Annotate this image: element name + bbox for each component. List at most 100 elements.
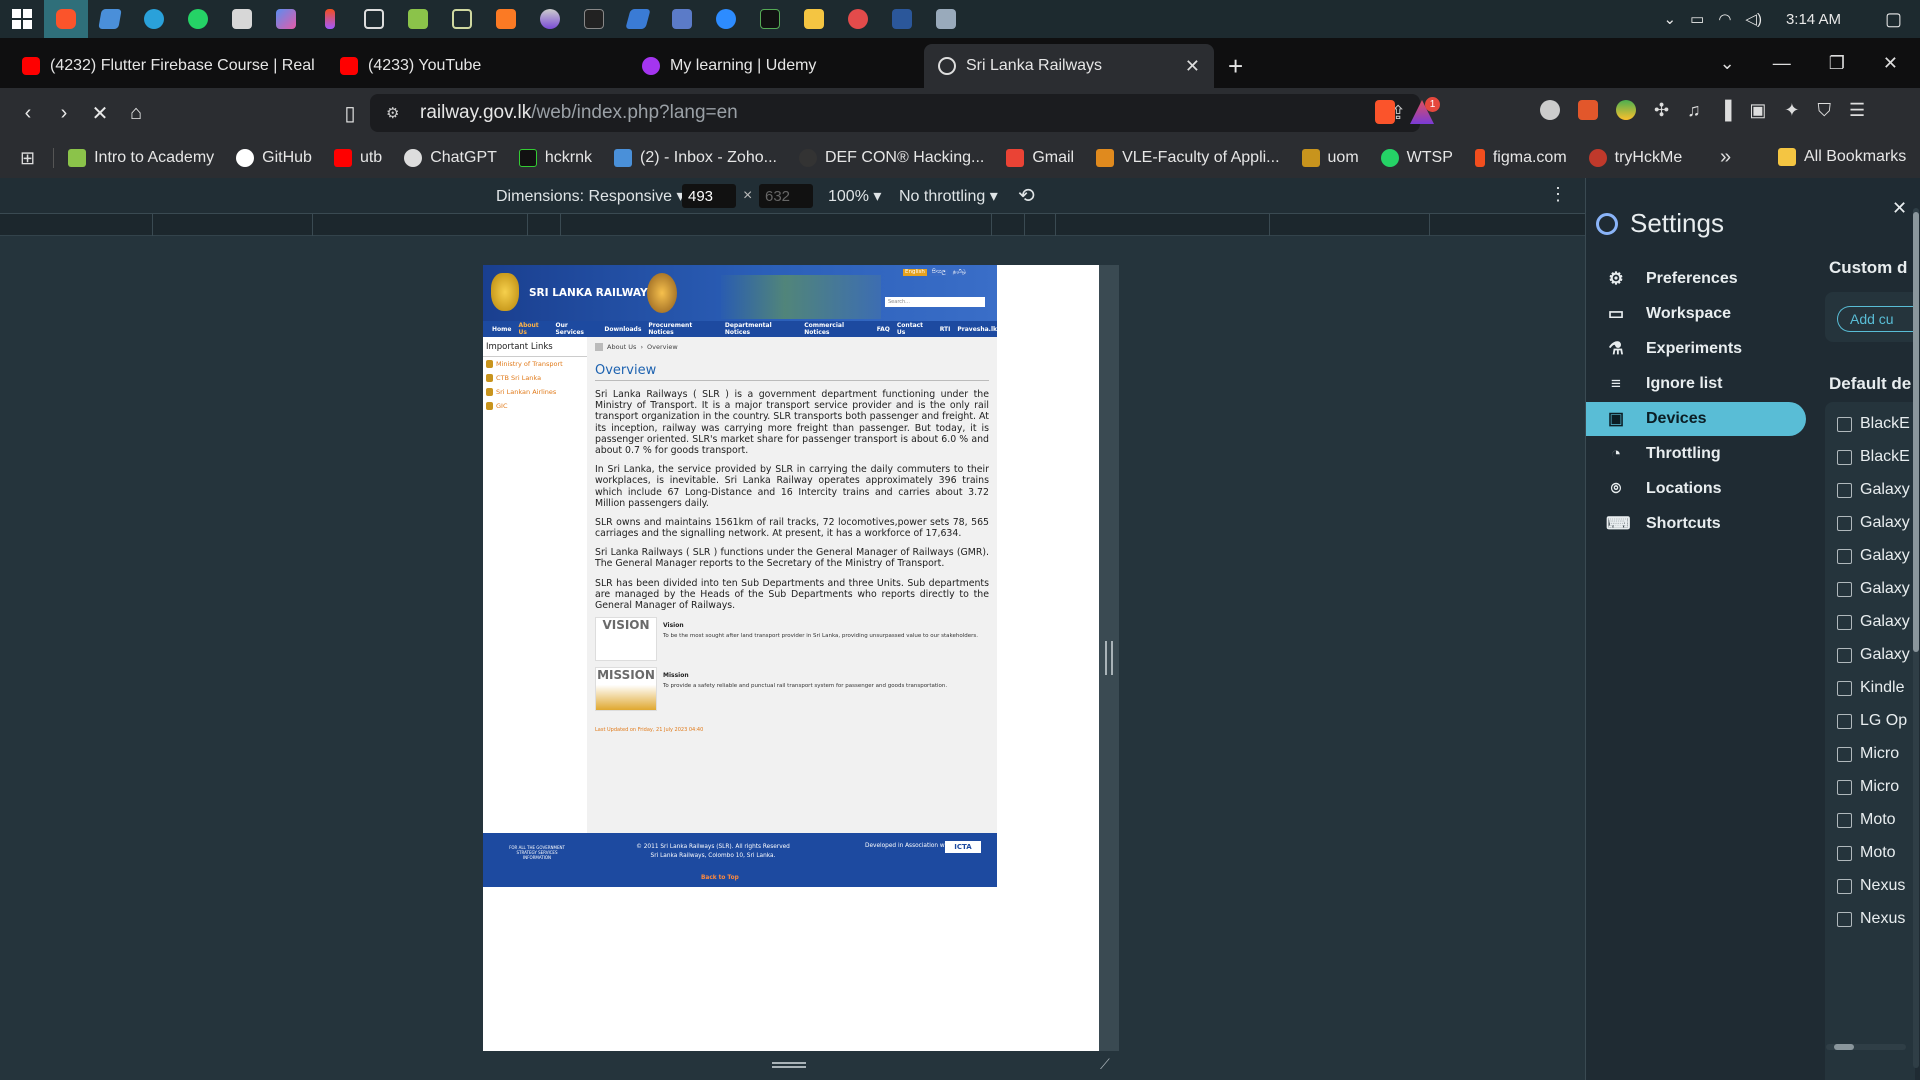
xampp-icon[interactable] <box>484 0 528 38</box>
clock[interactable]: 3:14 AM <box>1786 11 1841 28</box>
menu-procurement[interactable]: Procurement Notices <box>648 322 717 336</box>
lang-english-link[interactable]: English <box>903 269 927 276</box>
zoom-select[interactable]: 100% ▾ <box>828 186 881 206</box>
checkbox[interactable] <box>1837 449 1852 465</box>
menu-home[interactable]: Home <box>492 326 511 333</box>
device-checkbox[interactable]: Galaxy <box>1837 481 1910 499</box>
resize-handle-bottom[interactable] <box>772 1062 806 1068</box>
breadcrumb-about[interactable]: About Us <box>607 343 636 351</box>
terminal-icon[interactable] <box>748 0 792 38</box>
image-icon[interactable] <box>924 0 968 38</box>
lang-tamil-link[interactable]: தமிழ் <box>950 269 969 276</box>
ruler-tick[interactable] <box>1055 214 1056 236</box>
bookmark-item[interactable]: hckrnk <box>518 149 592 167</box>
device-checkbox[interactable]: LG Op <box>1837 712 1907 730</box>
figma-icon[interactable] <box>308 0 352 38</box>
ruler-tick[interactable] <box>1269 214 1270 236</box>
more-bookmarks-icon[interactable]: » <box>1720 146 1731 169</box>
settings-experiments[interactable]: ⚗ Experiments <box>1586 332 1806 366</box>
link-ministry[interactable]: Ministry of Transport <box>483 357 587 371</box>
resize-corner-icon[interactable]: ⟋ <box>1100 1056 1110 1073</box>
extension-icon-1[interactable] <box>1540 100 1560 120</box>
ruler-tick[interactable] <box>152 214 153 236</box>
settings-throttling[interactable]: ◔ Throttling <box>1586 437 1806 471</box>
app-icon[interactable] <box>220 0 264 38</box>
footer-gov-banner[interactable]: FOR ALL THE GOVERNMENT STRATEGY SERVICES… <box>505 845 569 861</box>
width-input[interactable]: 493 <box>682 184 736 208</box>
back-to-top-link[interactable]: Back to Top <box>701 875 739 881</box>
cloud-icon[interactable] <box>836 0 880 38</box>
device-checkbox[interactable]: Micro <box>1837 778 1899 796</box>
wallet-icon[interactable]: ▣ <box>1749 100 1766 121</box>
wifi-icon[interactable]: ◠ <box>1718 10 1731 28</box>
minimize-icon[interactable]: — <box>1773 53 1791 74</box>
cube-icon[interactable] <box>352 0 396 38</box>
checkbox[interactable] <box>1837 482 1852 498</box>
menu-contact[interactable]: Contact Us <box>897 322 933 336</box>
back-icon[interactable]: ‹ <box>10 95 46 131</box>
brave-shields-icon[interactable] <box>1375 100 1395 124</box>
vertical-scrollbar[interactable] <box>1913 208 1919 1068</box>
home-icon[interactable] <box>595 343 603 351</box>
ruler-tick[interactable] <box>312 214 313 236</box>
ruler-tick[interactable] <box>991 214 992 236</box>
checkbox[interactable] <box>1837 845 1852 861</box>
zoom-icon[interactable] <box>704 0 748 38</box>
device-checkbox[interactable]: Moto <box>1837 844 1896 862</box>
settings-locations[interactable]: ⌾ Locations <box>1586 472 1806 506</box>
lang-sinhala-link[interactable]: සිංහල <box>929 269 948 276</box>
bookmark-icon[interactable]: ▯ <box>332 95 368 131</box>
all-bookmarks-button[interactable]: All Bookmarks <box>1778 148 1906 166</box>
menu-about-us[interactable]: About Us <box>518 322 548 336</box>
icta-logo[interactable]: ICTA <box>945 841 981 853</box>
horizontal-scrollbar[interactable] <box>1826 1044 1906 1050</box>
device-checkbox[interactable]: Galaxy <box>1837 514 1910 532</box>
home-icon[interactable]: ⌂ <box>118 95 154 131</box>
ruler-tick[interactable] <box>527 214 528 236</box>
bookmark-item[interactable]: figma.com <box>1474 149 1567 167</box>
add-custom-device-button[interactable]: Add cu <box>1837 306 1917 332</box>
copilot-icon[interactable] <box>264 0 308 38</box>
device-checkbox[interactable]: BlackE <box>1837 448 1910 466</box>
device-checkbox[interactable]: BlackE <box>1837 415 1910 433</box>
device-checkbox[interactable]: Galaxy <box>1837 547 1910 565</box>
scrollbar-thumb[interactable] <box>1834 1044 1854 1050</box>
ruler-tick[interactable] <box>560 214 561 236</box>
vpn-icon[interactable]: ⛉ <box>1817 100 1831 121</box>
checkbox[interactable] <box>1837 647 1852 663</box>
settings-devices[interactable]: ▣ Devices <box>1586 402 1806 436</box>
word-icon[interactable] <box>880 0 924 38</box>
link-gic[interactable]: GIC <box>483 399 587 413</box>
device-checkbox[interactable]: Nexus <box>1837 877 1905 895</box>
bookmark-item[interactable]: VLE-Faculty of Appli... <box>1096 149 1280 167</box>
tab-flutter-course[interactable]: (4232) Flutter Firebase Course | Real <box>8 44 326 88</box>
checkbox[interactable] <box>1837 779 1852 795</box>
device-checkbox[interactable]: Micro <box>1837 745 1899 763</box>
tab-youtube[interactable]: (4233) YouTube <box>326 44 628 88</box>
menu-rti[interactable]: RTI <box>940 326 951 333</box>
menu-departmental[interactable]: Departmental Notices <box>725 322 797 336</box>
dimensions-select[interactable]: Dimensions: Responsive ▾ <box>496 186 685 206</box>
address-bar[interactable]: ⚙ railway.gov.lk/web/index.php?lang=en ⇪ <box>370 94 1420 132</box>
stop-icon[interactable]: ✕ <box>82 95 118 131</box>
terminal-icon[interactable] <box>572 0 616 38</box>
menu-commercial[interactable]: Commercial Notices <box>804 322 870 336</box>
menu-pravesha[interactable]: Pravesha.lk <box>957 326 997 333</box>
apps-grid-icon[interactable]: ⊞ <box>20 148 35 169</box>
site-info-icon[interactable]: ⚙ <box>386 104 399 122</box>
tab-sri-lanka-railways[interactable]: Sri Lanka Railways ✕ <box>924 44 1214 88</box>
checkbox[interactable] <box>1837 911 1852 927</box>
azure-icon[interactable] <box>616 0 660 38</box>
bookmark-item[interactable]: tryHckMe <box>1588 149 1682 167</box>
extensions-puzzle-icon[interactable]: ✣ <box>1654 100 1669 121</box>
checkbox[interactable] <box>1837 713 1852 729</box>
rotate-icon[interactable]: ⟲ <box>1018 183 1035 208</box>
settings-ignore-list[interactable]: ≡ Ignore list <box>1586 367 1806 401</box>
new-tab-button[interactable]: + <box>1214 44 1260 88</box>
tab-search-icon[interactable]: ⌄ <box>1720 53 1735 74</box>
link-ctb[interactable]: CTB Sri Lanka <box>483 371 587 385</box>
height-input[interactable]: 632 <box>759 184 813 208</box>
bookmark-item[interactable]: Intro to Academy <box>68 149 214 167</box>
device-checkbox[interactable]: Moto <box>1837 811 1896 829</box>
checkbox[interactable] <box>1837 812 1852 828</box>
